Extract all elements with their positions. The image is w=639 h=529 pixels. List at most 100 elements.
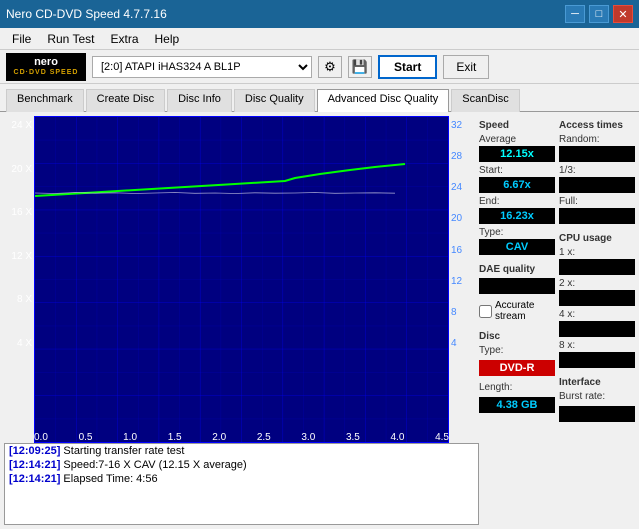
cpu-4x-label: 4 x:: [559, 309, 635, 320]
cpu-2x-label: 2 x:: [559, 278, 635, 289]
accurate-stream-label: Accurate stream: [495, 300, 555, 322]
window-controls: ─ □ ✕: [565, 5, 633, 23]
x-label-1.5: 1.5: [168, 432, 182, 443]
y-right-12: 12: [451, 276, 462, 287]
y-right-16: 16: [451, 245, 462, 256]
y-right-24: 24: [451, 182, 462, 193]
tab-create-disc[interactable]: Create Disc: [86, 89, 165, 112]
cpu-1x-value: [559, 259, 635, 275]
tab-benchmark[interactable]: Benchmark: [6, 89, 84, 112]
full-group: Full:: [559, 196, 635, 224]
cpu-1x-label: 1 x:: [559, 247, 635, 258]
panel-columns: Speed Average 12.15x Start: 6.67x End: 1…: [479, 116, 635, 525]
cpu-8x-label: 8 x:: [559, 340, 635, 351]
maximize-button[interactable]: □: [589, 5, 609, 23]
x-label-0.0: 0.0: [34, 432, 48, 443]
save-icon-button[interactable]: 💾: [348, 56, 372, 78]
settings-icon-button[interactable]: ⚙: [318, 56, 342, 78]
cpu-1x-group: 1 x:: [559, 247, 635, 275]
dae-value: [479, 278, 555, 294]
y-right-28: 28: [451, 151, 462, 162]
menu-run-test[interactable]: Run Test: [39, 30, 102, 48]
speed-end-value: 16.23x: [479, 208, 555, 224]
y-label-16x: 16 X: [11, 207, 32, 218]
access-times-title: Access times: [559, 120, 635, 131]
random-label: Random:: [559, 134, 635, 145]
speed-end-label: End:: [479, 196, 555, 207]
tab-scan-disc[interactable]: ScanDisc: [451, 89, 519, 112]
burst-rate-label: Burst rate:: [559, 391, 635, 402]
chart-background: 24 X 20 X 16 X 12 X 8 X 4 X: [4, 116, 479, 443]
full-label: Full:: [559, 196, 635, 207]
x-label-3.0: 3.0: [301, 432, 315, 443]
cpu-section-title: CPU usage: [559, 233, 635, 244]
speed-average-group: Average 12.15x: [479, 134, 555, 162]
log-time-1: [12:14:21]: [9, 459, 60, 471]
tab-disc-quality[interactable]: Disc Quality: [234, 89, 315, 112]
cpu-4x-value: [559, 321, 635, 337]
x-label-1.0: 1.0: [123, 432, 137, 443]
toolbar: nero CD·DVD SPEED [2:0] ATAPI iHAS324 A …: [0, 50, 639, 84]
accurate-stream-checkbox[interactable]: [479, 305, 492, 318]
speed-start-value: 6.67x: [479, 177, 555, 193]
speed-average-value: 12.15x: [479, 146, 555, 162]
speed-average-label: Average: [479, 134, 555, 145]
tab-disc-info[interactable]: Disc Info: [167, 89, 232, 112]
noise-line: [35, 193, 395, 194]
menu-file[interactable]: File: [4, 30, 39, 48]
random-value: [559, 146, 635, 162]
log-time-2: [12:14:21]: [9, 473, 60, 485]
speed-section-title: Speed: [479, 120, 555, 131]
log-time-0: [12:09:25]: [9, 445, 60, 457]
exit-button[interactable]: Exit: [443, 55, 489, 79]
drive-select[interactable]: [2:0] ATAPI iHAS324 A BL1P: [92, 56, 312, 78]
left-stats-col: Speed Average 12.15x Start: 6.67x End: 1…: [479, 116, 555, 525]
x-label-3.5: 3.5: [346, 432, 360, 443]
y-axis-left: 24 X 20 X 16 X 12 X 8 X 4 X: [4, 116, 34, 353]
speed-type-value: CAV: [479, 239, 555, 255]
x-label-2.5: 2.5: [257, 432, 271, 443]
y-label-20x: 20 X: [11, 164, 32, 175]
third-group: 1/3:: [559, 165, 635, 193]
y-label-8x: 8 X: [17, 294, 32, 305]
close-button[interactable]: ✕: [613, 5, 633, 23]
x-label-4.5: 4.5: [435, 432, 449, 443]
log-message-2: Elapsed Time: 4:56: [63, 473, 157, 485]
disc-length-label: Length:: [479, 382, 555, 393]
interface-section-title: Interface: [559, 377, 635, 388]
speed-type-group: Type: CAV: [479, 227, 555, 255]
accurate-stream-row: Accurate stream: [479, 300, 555, 322]
y-right-32: 32: [451, 120, 462, 131]
right-stats-col: Access times Random: 1/3: Full: CPU usag…: [559, 116, 635, 525]
log-area: [12:09:25] Starting transfer rate test […: [4, 443, 479, 525]
random-group: Random:: [559, 134, 635, 162]
third-value: [559, 177, 635, 193]
y-right-20: 20: [451, 213, 462, 224]
y-right-8: 8: [451, 307, 457, 318]
speed-curve: [35, 164, 405, 196]
dae-section-title: DAE quality: [479, 264, 555, 275]
speed-type-label: Type:: [479, 227, 555, 238]
x-label-4.0: 4.0: [391, 432, 405, 443]
chart-svg: [35, 117, 448, 442]
disc-type-value: DVD-R: [479, 360, 555, 376]
tab-bar: Benchmark Create Disc Disc Info Disc Qua…: [0, 84, 639, 112]
minimize-button[interactable]: ─: [565, 5, 585, 23]
full-value: [559, 208, 635, 224]
cpu-8x-value: [559, 352, 635, 368]
cpu-8x-group: 8 x:: [559, 340, 635, 368]
menu-help[interactable]: Help: [147, 30, 188, 48]
log-entry-0: [12:09:25] Starting transfer rate test: [5, 444, 478, 458]
speed-start-label: Start:: [479, 165, 555, 176]
menu-extra[interactable]: Extra: [102, 30, 146, 48]
nero-sub-text: CD·DVD SPEED: [14, 69, 79, 77]
disc-length-value: 4.38 GB: [479, 397, 555, 413]
x-label-2.0: 2.0: [212, 432, 226, 443]
log-message-1: Speed:7-16 X CAV (12.15 X average): [63, 459, 246, 471]
tab-advanced-disc-quality[interactable]: Advanced Disc Quality: [317, 89, 450, 112]
y-label-4x: 4 X: [17, 338, 32, 349]
nero-brand-text: nero: [14, 56, 79, 69]
inner-chart: [34, 116, 449, 443]
start-button[interactable]: Start: [378, 55, 437, 79]
burst-rate-value: [559, 406, 635, 422]
